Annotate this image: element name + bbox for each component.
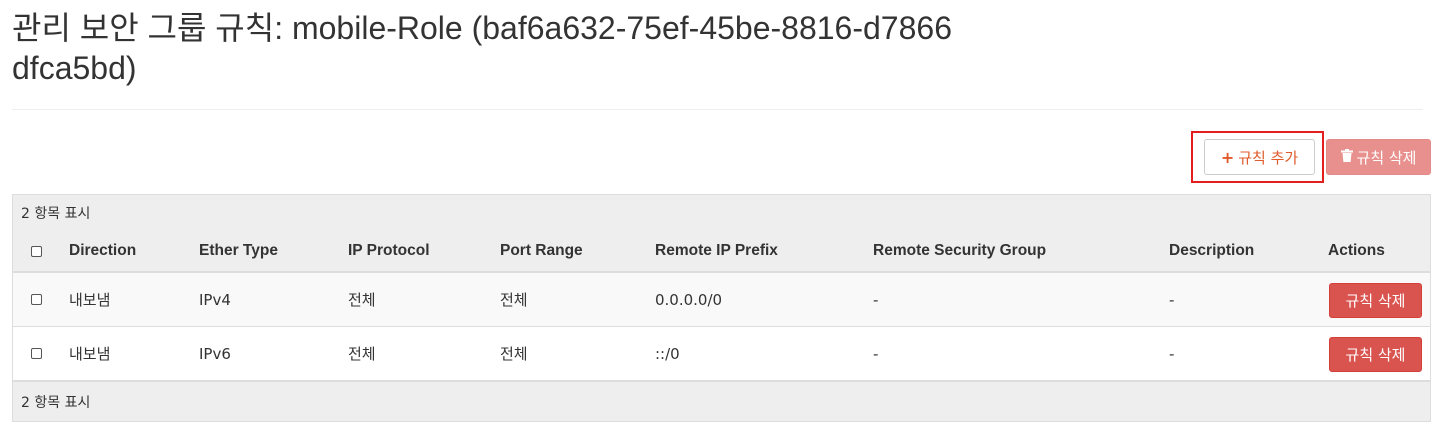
highlight-box bbox=[1191, 131, 1324, 183]
cell-description: - bbox=[1169, 344, 1175, 363]
table-row: 내보냄 IPv6 전체 전체 ::/0 - - 규칙 삭제 bbox=[13, 327, 1430, 381]
column-header-remote-security-group[interactable]: Remote Security Group bbox=[873, 231, 1046, 271]
page-title: 관리 보안 그룹 규칙: mobile-Role (baf6a632-75ef-… bbox=[12, 10, 952, 86]
column-header-ip-protocol[interactable]: IP Protocol bbox=[348, 231, 430, 271]
column-header-direction[interactable]: Direction bbox=[69, 231, 136, 271]
table-header: Direction Ether Type IP Protocol Port Ra… bbox=[13, 231, 1430, 273]
cell-ip-protocol: 전체 bbox=[348, 345, 376, 363]
row-select-cell bbox=[31, 273, 42, 326]
cell-ip-protocol: 전체 bbox=[348, 291, 376, 309]
cell-ether-type: IPv4 bbox=[199, 290, 231, 309]
delete-rules-label: 규칙 삭제 bbox=[1356, 148, 1417, 167]
delete-rules-button[interactable]: 규칙 삭제 bbox=[1326, 139, 1431, 175]
row-select-cell bbox=[31, 327, 42, 380]
delete-rule-button[interactable]: 규칙 삭제 bbox=[1329, 283, 1422, 318]
table-summary-top: 2 항목 표시 bbox=[13, 195, 1430, 231]
rules-table: 2 항목 표시 Direction Ether Type IP Protocol… bbox=[12, 194, 1431, 422]
column-header-actions: Actions bbox=[1328, 242, 1385, 259]
column-header-ether-type[interactable]: Ether Type bbox=[199, 231, 278, 271]
select-all-checkbox[interactable] bbox=[31, 245, 42, 257]
table-row: 내보냄 IPv4 전체 전체 0.0.0.0/0 - - 규칙 삭제 bbox=[13, 273, 1430, 327]
cell-remote-ip-prefix: 0.0.0.0/0 bbox=[655, 290, 723, 309]
table-summary-bottom: 2 항목 표시 bbox=[13, 381, 1430, 421]
cell-remote-security-group: - bbox=[873, 290, 879, 309]
column-header-description[interactable]: Description bbox=[1169, 231, 1254, 271]
column-header-remote-ip-prefix[interactable]: Remote IP Prefix bbox=[655, 231, 778, 271]
title-divider bbox=[12, 109, 1423, 110]
cell-port-range: 전체 bbox=[500, 291, 528, 309]
cell-direction: 내보냄 bbox=[69, 345, 111, 363]
cell-ether-type: IPv6 bbox=[199, 344, 231, 363]
cell-remote-security-group: - bbox=[873, 344, 879, 363]
delete-rule-button[interactable]: 규칙 삭제 bbox=[1329, 337, 1422, 372]
trash-icon bbox=[1340, 148, 1353, 166]
cell-description: - bbox=[1169, 290, 1175, 309]
cell-direction: 내보냄 bbox=[69, 291, 111, 309]
column-header-port-range[interactable]: Port Range bbox=[500, 231, 583, 271]
cell-remote-ip-prefix: ::/0 bbox=[655, 344, 680, 363]
row-checkbox[interactable] bbox=[31, 294, 42, 305]
cell-port-range: 전체 bbox=[500, 345, 528, 363]
select-all-cell bbox=[31, 231, 42, 271]
row-checkbox[interactable] bbox=[31, 348, 42, 359]
